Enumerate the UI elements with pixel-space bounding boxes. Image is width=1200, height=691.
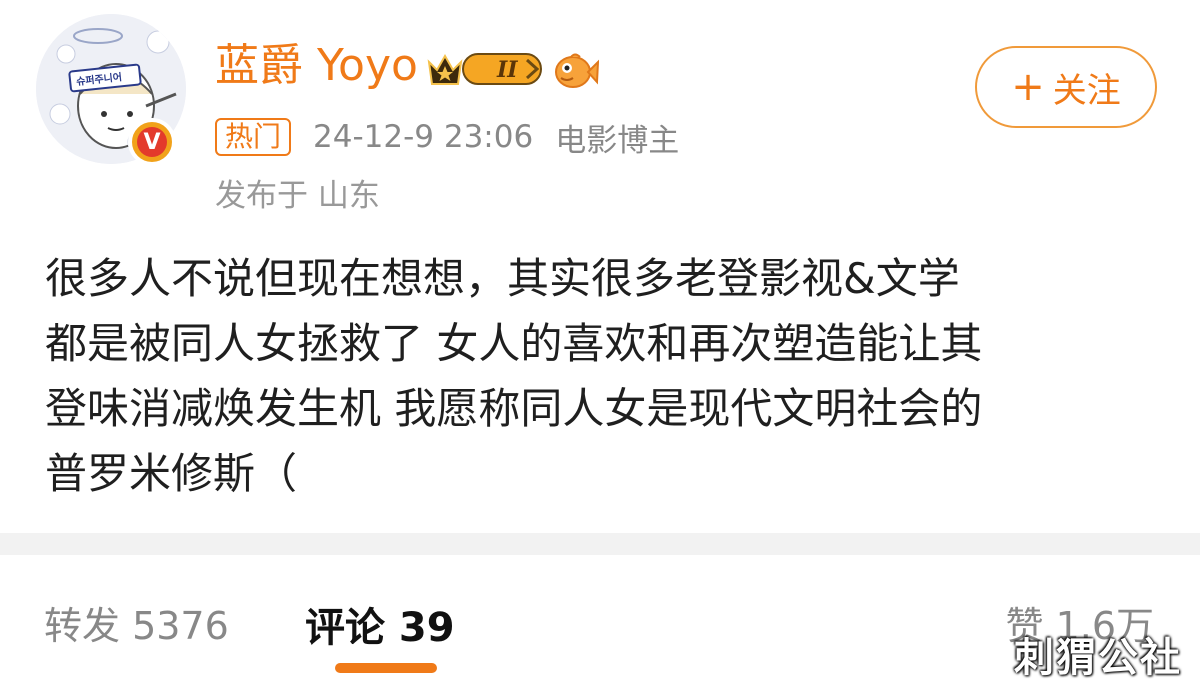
- post-text-line: 很多人不说但现在想想，其实很多老登影视&文学: [45, 254, 960, 303]
- plus-icon: +: [1011, 64, 1045, 110]
- verified-v-icon: V: [137, 127, 167, 157]
- post-location: 发布于 山东: [215, 178, 380, 214]
- follow-button-label: 关注: [1052, 70, 1121, 111]
- post-meta: 热门 24-12-9 23:06 电影博主: [215, 116, 680, 159]
- post-text-line: 普罗米修斯（: [45, 449, 298, 498]
- verified-badge: V: [128, 118, 176, 166]
- post-time: 24-12-9 23:06: [313, 119, 534, 155]
- author-name[interactable]: 蓝爵 Yoyo: [215, 44, 418, 88]
- active-tab-indicator: [335, 663, 437, 673]
- post-body: 很多人不说但现在想想，其实很多老登影视&文学 都是被同人女拯救了 女人的喜欢和再…: [45, 246, 1165, 506]
- tab-comment[interactable]: 评论 39: [305, 595, 455, 653]
- section-divider: [0, 533, 1200, 555]
- svg-text:II: II: [496, 57, 518, 83]
- post-text-line: 都是被同人女拯救了 女人的喜欢和再次塑造能让其: [45, 319, 983, 368]
- follow-button[interactable]: + 关注: [975, 46, 1157, 128]
- post-text-line: 登味消减焕发生机 我愿称同人女是现代文明社会的: [45, 384, 983, 433]
- hot-tag[interactable]: 热门: [215, 118, 292, 156]
- watermark: 刺猬公社: [1014, 635, 1182, 681]
- vip-crown-badge-icon[interactable]: II: [425, 48, 545, 90]
- author-role: 电影博主: [555, 122, 680, 159]
- goldfish-badge-icon[interactable]: [553, 50, 599, 92]
- tab-repost[interactable]: 转发 5376: [44, 595, 229, 650]
